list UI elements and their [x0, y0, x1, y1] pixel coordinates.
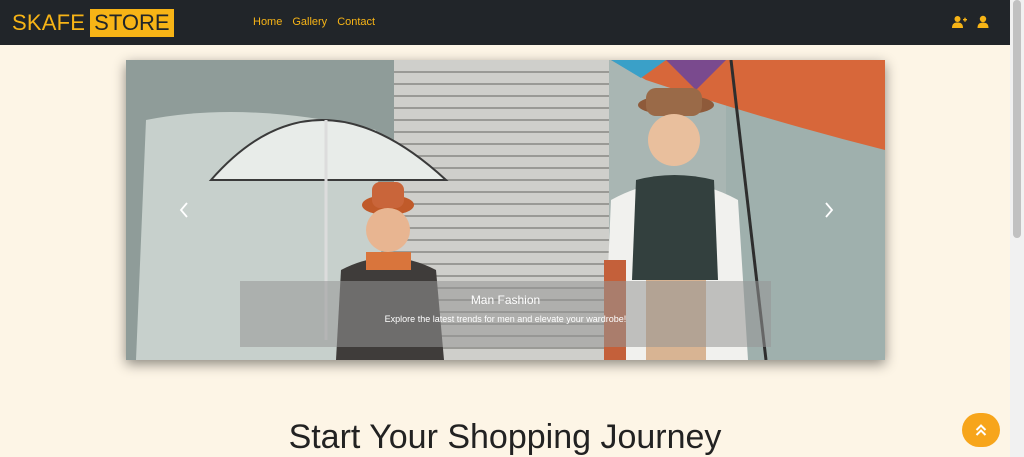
carousel-prev-button[interactable]	[176, 200, 192, 220]
brand-name-secondary: STORE	[90, 9, 174, 37]
hero-carousel: Man Fashion Explore the latest trends fo…	[126, 60, 885, 360]
nav-link-contact[interactable]: Contact	[337, 16, 375, 28]
nav-links: Home Gallery Contact	[253, 16, 375, 28]
chevron-left-icon	[179, 202, 188, 218]
nav-link-gallery[interactable]: Gallery	[292, 16, 327, 28]
page-scrollbar[interactable]	[1010, 0, 1024, 457]
caption-title: Man Fashion	[470, 293, 541, 307]
add-user-icon[interactable]	[952, 15, 967, 29]
top-navbar: SKAFE STORE Home Gallery Contact	[0, 0, 1010, 45]
double-chevron-up-icon	[975, 424, 987, 436]
page-heading: Start Your Shopping Journey	[288, 418, 722, 456]
back-to-top-button[interactable]	[962, 413, 1000, 447]
carousel-caption: Man Fashion Explore the latest trends fo…	[240, 281, 771, 347]
chevron-right-icon	[825, 202, 834, 218]
brand-logo[interactable]: SKAFE STORE	[12, 9, 174, 37]
caption-text: Explore the latest trends for men and el…	[384, 314, 627, 324]
user-icon[interactable]	[977, 15, 992, 29]
carousel-next-button[interactable]	[821, 200, 837, 220]
scrollbar-thumb[interactable]	[1013, 0, 1021, 238]
nav-link-home[interactable]: Home	[253, 16, 282, 28]
nav-icons	[952, 15, 992, 29]
brand-name-primary: SKAFE	[12, 10, 86, 35]
